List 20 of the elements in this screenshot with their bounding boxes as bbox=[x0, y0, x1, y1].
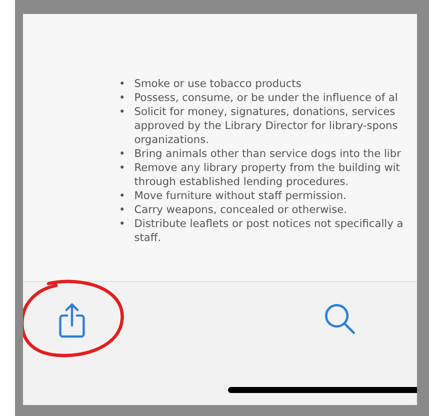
list-item: Solicit for money, signatures, donations, services approved by the Library Director for library-spons organizations. bbox=[134, 105, 398, 147]
list-item: Smoke or use tobacco products bbox=[134, 77, 302, 91]
list-item: Distribute leaflets or post notices not specifically a staff. bbox=[134, 217, 404, 245]
bullet: • bbox=[119, 147, 126, 161]
bullet: • bbox=[119, 161, 126, 175]
bullet: • bbox=[119, 217, 126, 231]
bullet: • bbox=[119, 77, 126, 91]
share-icon bbox=[57, 302, 87, 339]
bullet: • bbox=[119, 91, 126, 105]
search-icon bbox=[323, 302, 357, 336]
list-item: Carry weapons, concealed or otherwise. bbox=[134, 203, 347, 217]
bullet: • bbox=[119, 203, 126, 217]
search-button[interactable] bbox=[323, 302, 357, 336]
bullet: • bbox=[119, 105, 126, 119]
list-item: Remove any library property from the building wit through established lending procedures. bbox=[134, 161, 400, 189]
bullet: • bbox=[119, 189, 126, 203]
list-item: Bring animals other than service dogs into the libr bbox=[134, 147, 401, 161]
list-item: Possess, consume, or be under the influence of al bbox=[134, 91, 398, 105]
list-item: Move furniture without staff permission. bbox=[134, 189, 346, 203]
share-button[interactable] bbox=[57, 302, 87, 339]
